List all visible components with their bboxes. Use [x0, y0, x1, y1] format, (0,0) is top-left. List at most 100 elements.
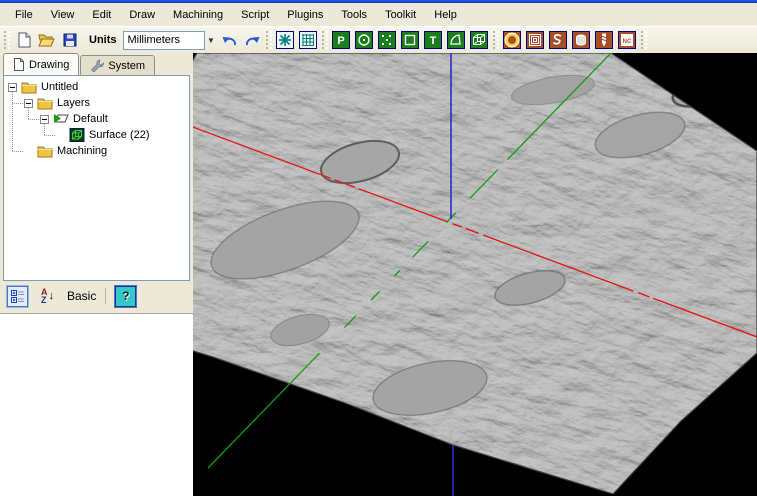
open-file-button[interactable]: [35, 29, 58, 51]
draw-polyline-button[interactable]: P: [330, 29, 353, 51]
folder-icon: [37, 96, 53, 110]
draw-arc-icon: [447, 31, 465, 49]
undo-button[interactable]: [218, 29, 241, 51]
new-file-icon: [16, 32, 32, 48]
categorized-view-button[interactable]: [7, 286, 28, 307]
redo-button[interactable]: [241, 29, 264, 51]
tree-item-untitled[interactable]: Untitled: [4, 79, 189, 95]
sort-arrow-icon: ↓: [49, 290, 55, 302]
tree-item-layers[interactable]: Layers: [4, 95, 189, 111]
machine-engrave-button[interactable]: [547, 29, 570, 51]
alphabetical-sort-button[interactable]: A Z ↓: [37, 286, 58, 307]
toolbar-grip[interactable]: [266, 31, 272, 49]
draw-rectangle-button[interactable]: [399, 29, 422, 51]
toolbar-grip[interactable]: [4, 31, 10, 49]
folder-icon: [21, 80, 37, 94]
tree-connector: [28, 119, 39, 120]
units-value: Millimeters: [128, 34, 181, 46]
tree-connector: [12, 103, 23, 104]
draw-surface-button[interactable]: [468, 29, 491, 51]
sidebar-panel: Drawing System: [0, 53, 193, 496]
units-combobox[interactable]: Millimeters: [123, 31, 205, 50]
basic-mode-toggle[interactable]: Basic: [67, 289, 96, 303]
menu-bar: File View Edit Draw Machining Script Plu…: [0, 3, 757, 26]
new-file-button[interactable]: [12, 29, 35, 51]
snap-grid-button[interactable]: [297, 29, 320, 51]
tree-connector: [44, 123, 45, 135]
tab-system-label: System: [108, 60, 145, 72]
viewport-3d[interactable]: [193, 53, 757, 496]
menu-script[interactable]: Script: [232, 6, 278, 24]
main-toolbar: Units Millimeters ▼: [0, 26, 757, 53]
menu-tools[interactable]: Tools: [332, 6, 376, 24]
folder-icon: [37, 144, 53, 158]
draw-arc-button[interactable]: [445, 29, 468, 51]
tree-connector: [12, 151, 23, 152]
machine-drill-button[interactable]: [593, 29, 616, 51]
tree-item-label: Layers: [57, 97, 90, 109]
viewport-canvas: [193, 53, 757, 496]
machine-pocket-button[interactable]: [524, 29, 547, 51]
menu-draw[interactable]: Draw: [120, 6, 164, 24]
sort-letter-z: Z: [41, 296, 48, 304]
draw-points-icon: [378, 31, 396, 49]
property-help-button[interactable]: ?: [115, 286, 136, 307]
tree-item-surface[interactable]: Surface (22): [4, 127, 189, 143]
surface3d-icon: [572, 31, 590, 49]
units-dropdown-arrow[interactable]: ▼: [205, 31, 218, 50]
machine-gcode-button[interactable]: NC: [616, 29, 639, 51]
save-icon: [62, 32, 78, 48]
draw-circle-icon: [355, 31, 373, 49]
tab-drawing-label: Drawing: [29, 59, 69, 71]
svg-text:P: P: [337, 35, 344, 47]
units-label: Units: [89, 34, 117, 46]
snap-points-icon: [276, 31, 294, 49]
draw-polyline-icon: P: [332, 31, 350, 49]
drawing-tree: Untitled Layers: [3, 75, 190, 281]
sidebar-tabs: Drawing System: [0, 53, 193, 75]
menu-help[interactable]: Help: [425, 6, 466, 24]
engrave-icon: [549, 31, 567, 49]
draw-text-icon: T: [424, 31, 442, 49]
tree-item-label: Machining: [57, 145, 107, 157]
menu-machining[interactable]: Machining: [164, 6, 232, 24]
tree-connector: [28, 107, 29, 119]
wrench-icon: [90, 59, 104, 72]
tree-item-label: Untitled: [41, 81, 78, 93]
tab-drawing[interactable]: Drawing: [3, 53, 79, 75]
menu-file[interactable]: File: [6, 6, 42, 24]
snap-points-button[interactable]: [274, 29, 297, 51]
machine-profile-button[interactable]: [501, 29, 524, 51]
toolbar-grip[interactable]: [493, 31, 499, 49]
document-icon: [13, 58, 25, 71]
snap-grid-icon: [299, 31, 317, 49]
tree-item-machining[interactable]: Machining: [4, 143, 189, 159]
application-window: File View Edit Draw Machining Script Plu…: [0, 0, 757, 496]
layer-icon: [53, 112, 69, 126]
draw-circle-button[interactable]: [353, 29, 376, 51]
draw-rectangle-icon: [401, 31, 419, 49]
open-file-icon: [38, 32, 55, 48]
redo-icon: [244, 33, 261, 48]
property-grid-empty-area[interactable]: [0, 313, 193, 496]
toolbar-grip[interactable]: [641, 31, 647, 49]
gcode-icon: NC: [618, 31, 636, 49]
tab-system[interactable]: System: [80, 55, 155, 75]
property-grid-toolbar: A Z ↓ Basic ?: [0, 281, 193, 311]
save-button[interactable]: [58, 29, 81, 51]
drill-icon: [595, 31, 613, 49]
menu-toolkit[interactable]: Toolkit: [376, 6, 425, 24]
draw-text-button[interactable]: T: [422, 29, 445, 51]
menu-edit[interactable]: Edit: [83, 6, 120, 24]
draw-points-button[interactable]: [376, 29, 399, 51]
toolbar-grip[interactable]: [322, 31, 328, 49]
machine-3d-surface-button[interactable]: [570, 29, 593, 51]
tree-item-label: Surface (22): [89, 129, 150, 141]
tree-item-label: Default: [73, 113, 108, 125]
menu-plugins[interactable]: Plugins: [278, 6, 332, 24]
toolbar-separator: [105, 288, 106, 304]
menu-view[interactable]: View: [42, 6, 84, 24]
pocket-icon: [526, 31, 544, 49]
tree-connector: [44, 135, 55, 136]
svg-text:NC: NC: [623, 39, 632, 45]
